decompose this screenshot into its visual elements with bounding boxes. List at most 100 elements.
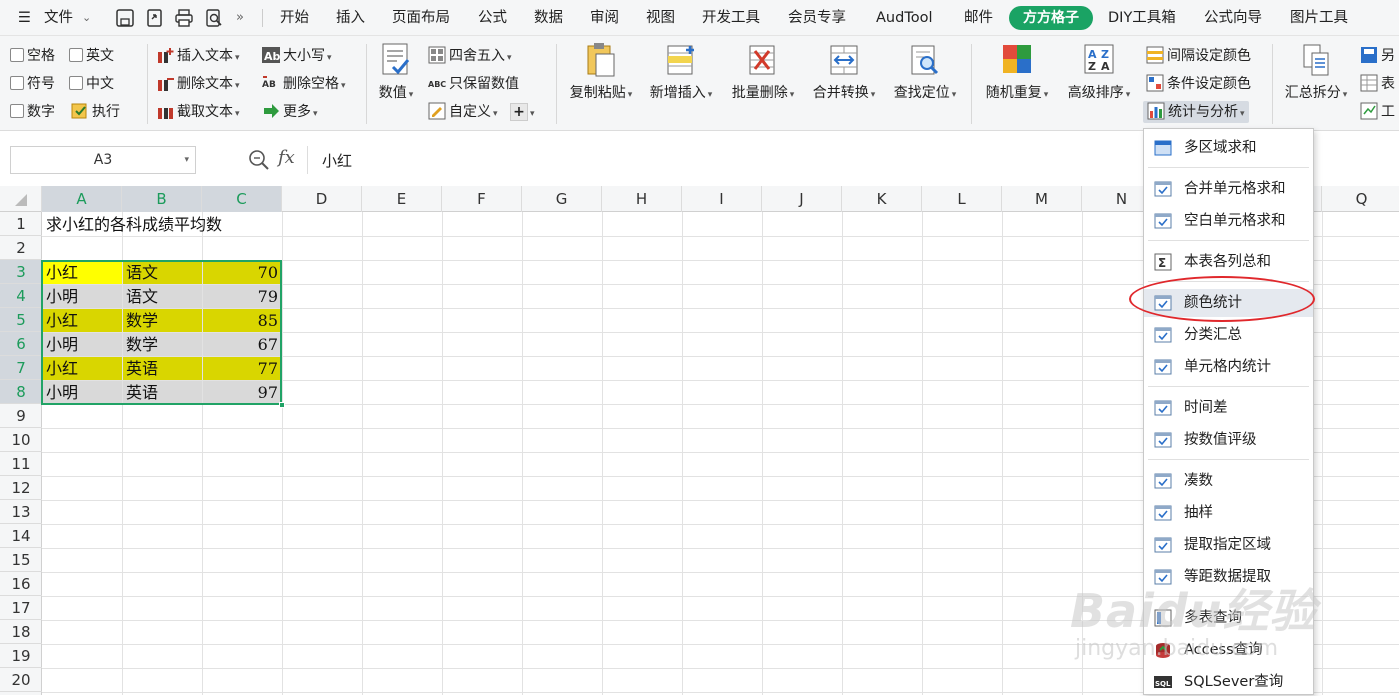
row-header-1[interactable]: 1 (0, 212, 42, 236)
cell-b3[interactable]: 语文 (122, 261, 202, 285)
cell-a4[interactable]: 小明 (42, 285, 122, 309)
file-menu[interactable]: 文件 (44, 0, 73, 36)
menu-item-multi-table-query[interactable]: 多表查询 (1144, 604, 1313, 632)
menu-item-extract-area[interactable]: 提取指定区域 (1144, 531, 1313, 559)
col-header-k[interactable]: K (842, 186, 922, 212)
col-header-a[interactable]: A (42, 186, 122, 212)
summary-split-button[interactable]: 汇总拆分 ▾ (1280, 42, 1352, 102)
row-header-16[interactable]: 16 (0, 572, 42, 596)
save-icon[interactable] (115, 8, 135, 28)
insert-text-button[interactable]: 插入文本 ▾ (156, 45, 240, 67)
cell-a3[interactable]: 小红 (42, 261, 122, 285)
cell-a5[interactable]: 小红 (42, 309, 122, 333)
tab-formula-wizard[interactable]: 公式向导 (1204, 0, 1262, 36)
copy-paste-button[interactable]: 复制粘贴 ▾ (565, 42, 637, 102)
stats-analysis-button[interactable]: 统计与分析 ▾ (1143, 101, 1249, 123)
row-header-13[interactable]: 13 (0, 500, 42, 524)
row-header-14[interactable]: 14 (0, 524, 42, 548)
col-header-d[interactable]: D (282, 186, 362, 212)
menu-item-time-diff[interactable]: 时间差 (1144, 394, 1313, 422)
col-header-q[interactable]: Q (1322, 186, 1399, 212)
hamburger-icon[interactable]: ☰ (18, 0, 31, 36)
tab-audtool[interactable]: AudTool (876, 0, 932, 36)
keep-values-button[interactable]: ABC 只保留数值 (428, 73, 519, 95)
checkbox-number[interactable]: 数字 (10, 101, 55, 123)
menu-item-merged-cell-sum[interactable]: 合并单元格求和 (1144, 175, 1313, 203)
col-header-i[interactable]: I (682, 186, 762, 212)
merge-convert-button[interactable]: 合并转换 ▾ (808, 42, 880, 102)
cell-b4[interactable]: 语文 (122, 285, 202, 309)
tab-member[interactable]: 会员专享 (788, 0, 846, 36)
tab-formulas[interactable]: 公式 (478, 0, 507, 36)
col-header-h[interactable]: H (602, 186, 682, 212)
row-header-15[interactable]: 15 (0, 548, 42, 572)
delete-text-button[interactable]: 删除文本 ▾ (156, 73, 240, 95)
name-box[interactable]: A3 ▾ (10, 146, 196, 174)
batch-delete-button[interactable]: 批量删除 ▾ (727, 42, 799, 102)
round-button[interactable]: 四舍五入 ▾ (428, 45, 512, 67)
cell-c5[interactable]: 85 (202, 309, 282, 333)
execute-button[interactable]: 执行 (71, 101, 120, 123)
more-quick-access-icon[interactable]: » (236, 0, 244, 36)
row-header-18[interactable]: 18 (0, 620, 42, 644)
row-header-19[interactable]: 19 (0, 644, 42, 668)
tab-developer[interactable]: 开发工具 (702, 0, 760, 36)
extract-text-button[interactable]: 截取文本 ▾ (156, 101, 240, 123)
tab-page-layout[interactable]: 页面布局 (392, 0, 450, 36)
insert-new-button[interactable]: 新增插入 ▾ (645, 42, 717, 102)
col-header-l[interactable]: L (922, 186, 1002, 212)
col-header-m[interactable]: M (1002, 186, 1082, 212)
plus-icon[interactable]: + (509, 103, 528, 121)
tab-insert[interactable]: 插入 (336, 0, 365, 36)
row-header-6[interactable]: 6 (0, 332, 42, 356)
name-box-dropdown-icon[interactable]: ▾ (184, 147, 189, 173)
menu-item-category-summary[interactable]: 分类汇总 (1144, 321, 1313, 349)
checkbox-space[interactable]: 空格 (10, 45, 55, 67)
fx-icon[interactable]: fx (278, 147, 295, 168)
cell-c7[interactable]: 77 (202, 357, 282, 381)
cell-c6[interactable]: 67 (202, 333, 282, 357)
cell-b7[interactable]: 英语 (122, 357, 202, 381)
col-header-j[interactable]: J (762, 186, 842, 212)
custom-button[interactable]: 自定义 ▾ + ▾ (428, 101, 535, 123)
advanced-sort-button[interactable]: AZZA 高级排序 ▾ (1062, 42, 1136, 102)
export-icon[interactable] (145, 8, 165, 28)
random-repeat-button[interactable]: 随机重复 ▾ (980, 42, 1054, 102)
menu-item-column-totals[interactable]: Σ 本表各列总和 (1144, 248, 1313, 276)
remove-spaces-button[interactable]: AB 删除空格 ▾ (262, 73, 346, 95)
row-header-3[interactable]: 3 (0, 260, 42, 284)
tab-diy-toolbox[interactable]: DIY工具箱 (1108, 0, 1176, 36)
print-icon[interactable] (174, 8, 194, 28)
row-header-5[interactable]: 5 (0, 308, 42, 332)
menu-item-in-cell-stats[interactable]: 单元格内统计 (1144, 353, 1313, 381)
fill-handle[interactable] (279, 402, 285, 408)
menu-item-color-stats[interactable]: 颜色统计 (1144, 289, 1313, 317)
case-button[interactable]: Ab 大小写 ▾ (262, 45, 332, 67)
row-header-8[interactable]: 8 (0, 380, 42, 404)
other-button-1[interactable]: 另 (1360, 45, 1395, 67)
menu-item-make-up-number[interactable]: 凑数 (1144, 467, 1313, 495)
tab-fangfang-active[interactable]: 方方格子 (1009, 6, 1093, 30)
checkbox-english[interactable]: 英文 (69, 45, 114, 67)
row-header-10[interactable]: 10 (0, 428, 42, 452)
row-header-17[interactable]: 17 (0, 596, 42, 620)
row-header-12[interactable]: 12 (0, 476, 42, 500)
menu-item-sampling[interactable]: 抽样 (1144, 499, 1313, 527)
cell-a7[interactable]: 小红 (42, 357, 122, 381)
cell-b8[interactable]: 英语 (122, 381, 202, 405)
numeric-button[interactable]: 数值 ▾ (372, 42, 420, 102)
tab-mail[interactable]: 邮件 (964, 0, 993, 36)
row-header-2[interactable]: 2 (0, 236, 42, 260)
cell-c8[interactable]: 97 (202, 381, 282, 405)
conditional-color-button[interactable]: 条件设定颜色 (1146, 73, 1251, 95)
menu-item-equidistant-extract[interactable]: 等距数据提取 (1144, 563, 1313, 591)
row-header-20[interactable]: 20 (0, 668, 42, 692)
row-header-7[interactable]: 7 (0, 356, 42, 380)
other-button-3[interactable]: 工 (1360, 101, 1395, 123)
col-header-e[interactable]: E (362, 186, 442, 212)
cell-b5[interactable]: 数学 (122, 309, 202, 333)
menu-item-access-query[interactable]: Access查询 (1144, 636, 1313, 664)
select-all-corner[interactable] (0, 186, 42, 212)
row-header-9[interactable]: 9 (0, 404, 42, 428)
interval-color-button[interactable]: 间隔设定颜色 (1146, 45, 1251, 67)
